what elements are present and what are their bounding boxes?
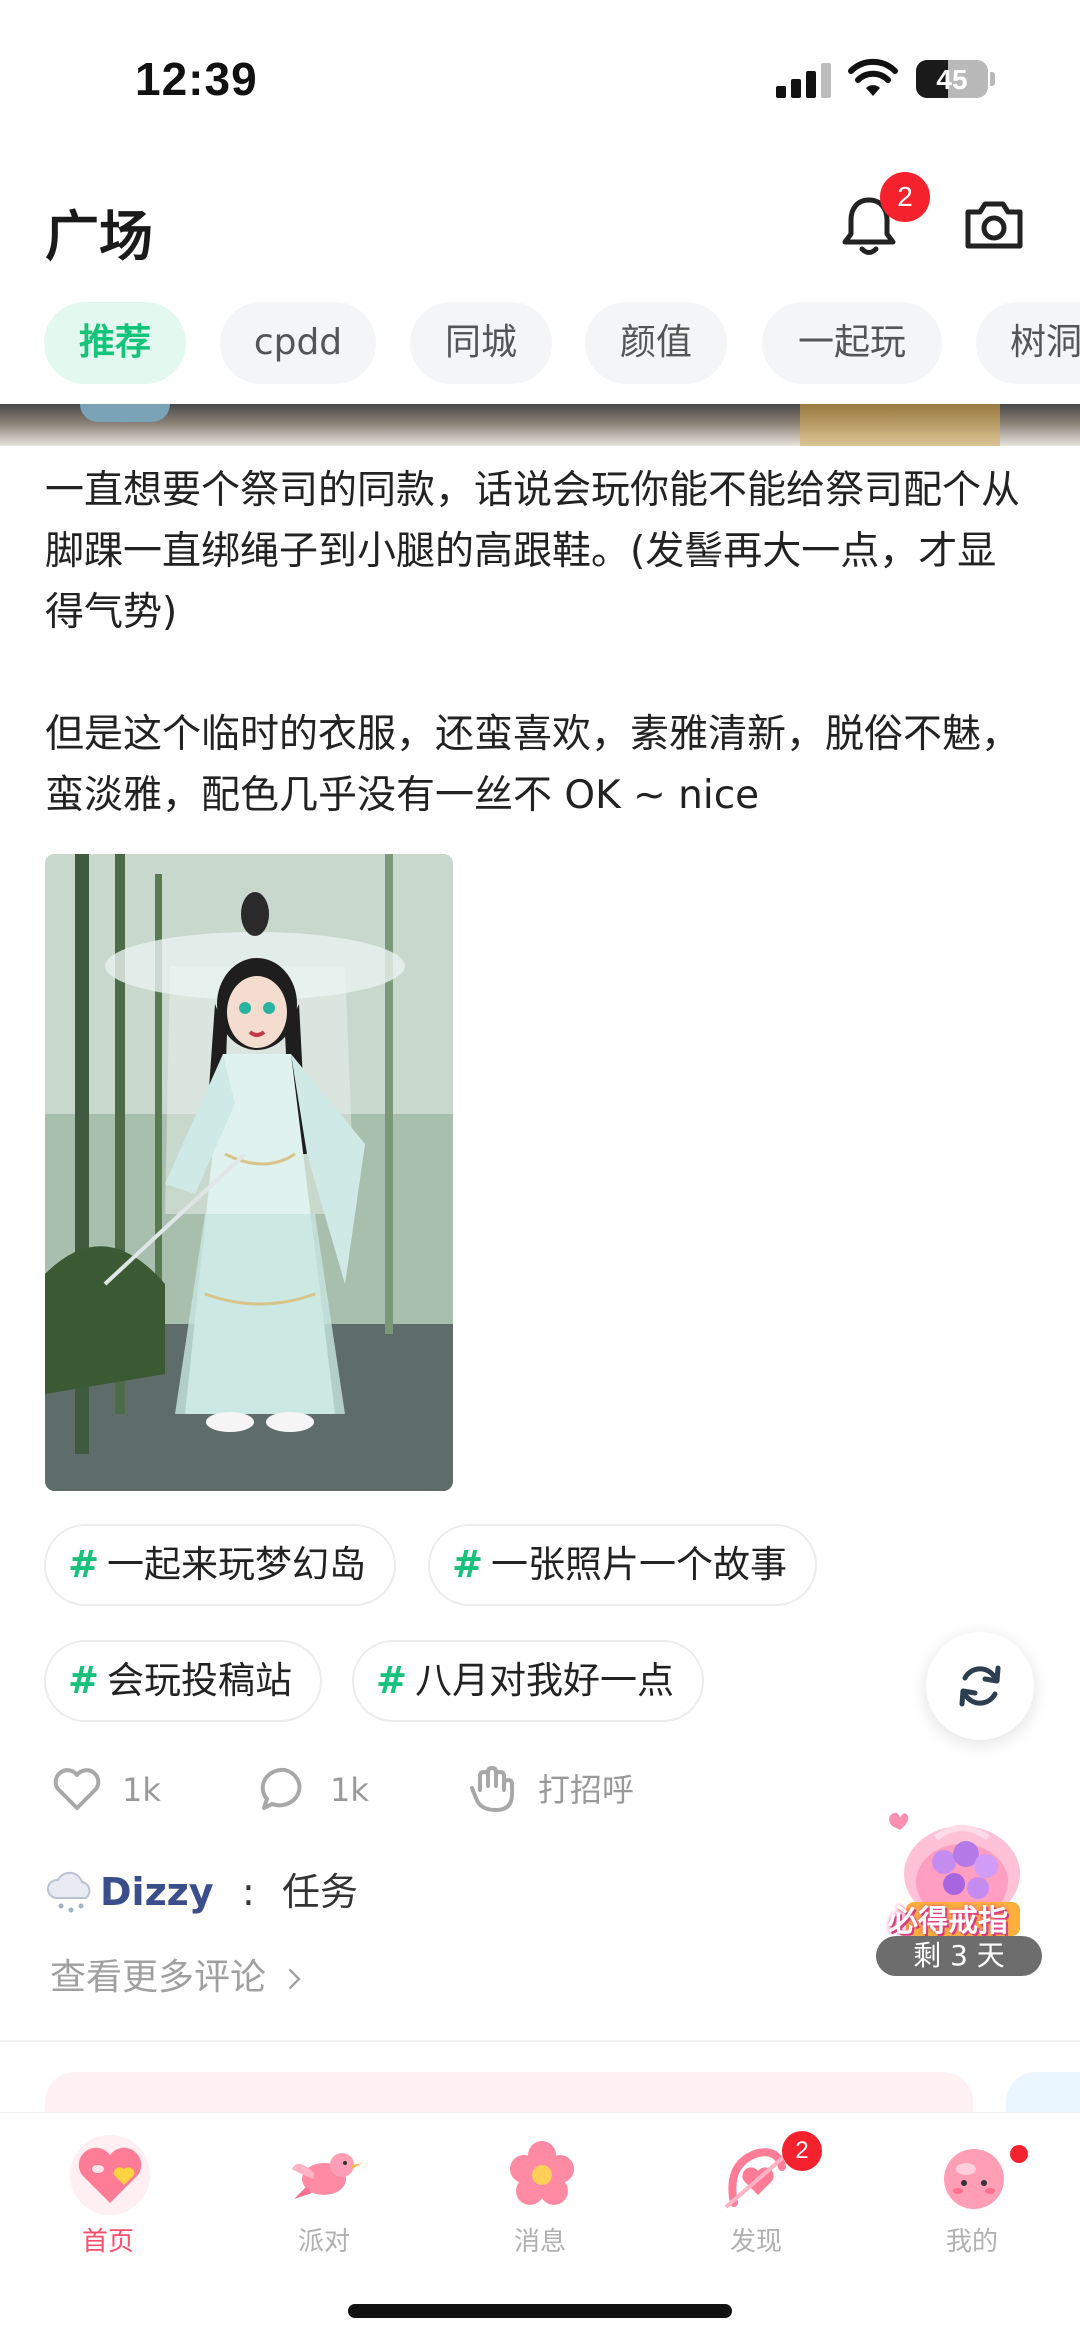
greet-label: 打招呼	[538, 1771, 635, 1809]
tab-cpdd[interactable]: cpdd	[220, 302, 376, 384]
post-body: 一直想要个祭司的同款，话说会玩你能不能给祭司配个从脚踝一直绑绳子到小腿的高跟鞋。…	[45, 460, 1035, 887]
status-time: 12:39	[135, 53, 258, 105]
battery-percent: 45	[936, 64, 968, 95]
snow-cloud-icon	[47, 1871, 91, 1913]
nav-label: 派对	[297, 2227, 350, 2257]
avatar-blob-icon	[944, 2149, 1004, 2209]
comment-text: 任务	[282, 1870, 359, 1914]
tab-looks[interactable]: 颜值	[585, 302, 727, 384]
nav-label: 消息	[513, 2227, 566, 2257]
nav-messages[interactable]: 消息	[470, 2133, 610, 2263]
heart-icon	[53, 1768, 101, 1810]
hash-icon: #	[68, 1659, 100, 1702]
nav-label: 发现	[729, 2227, 782, 2257]
greet-button[interactable]: 打招呼	[466, 1762, 646, 1818]
header: 广场 2	[0, 170, 1080, 280]
battery-icon: 45	[916, 60, 988, 98]
tab-tree-hole[interactable]: 树洞	[976, 302, 1080, 384]
heart-home-icon	[70, 2135, 150, 2215]
discover-badge: 2	[782, 2131, 822, 2171]
profile-dot	[1010, 2145, 1028, 2163]
like-count: 1k	[122, 1771, 161, 1809]
comment-separator: :	[242, 1870, 255, 1914]
post-paragraph: 但是这个临时的衣服，还蛮喜欢，素雅清新，脱俗不魅，蛮淡雅，配色几乎没有一丝不 O…	[45, 712, 1021, 818]
topic-tag[interactable]: # 会玩投稿站	[44, 1640, 323, 1722]
post-paragraph: 一直想要个祭司的同款，话说会玩你能不能给祭司配个从脚踝一直绑绳子到小腿的高跟鞋。…	[45, 468, 1021, 635]
post-image[interactable]	[45, 854, 453, 1491]
topic-tag[interactable]: # 一张照片一个故事	[428, 1524, 818, 1606]
home-indicator[interactable]	[348, 2304, 732, 2318]
previous-post-image-edge	[0, 404, 1080, 446]
nav-discover[interactable]: 2 发现	[686, 2131, 826, 2263]
nav-label: 首页	[81, 2227, 134, 2257]
topic-tag[interactable]: # 一起来玩梦幻岛	[44, 1524, 397, 1606]
comment-count: 1k	[330, 1771, 369, 1809]
wave-hand-icon	[470, 1766, 514, 1812]
hash-icon: #	[68, 1543, 100, 1586]
tab-same-city[interactable]: 同城	[410, 302, 552, 384]
notification-badge: 2	[880, 172, 930, 222]
topic-tag[interactable]: # 八月对我好一点	[352, 1640, 705, 1722]
character-illustration	[45, 854, 453, 1491]
flower-icon	[510, 2141, 574, 2205]
signal-icon	[776, 62, 832, 98]
nav-profile[interactable]: 我的	[902, 2133, 1042, 2263]
nav-label: 我的	[945, 2227, 998, 2257]
refresh-button[interactable]	[926, 1632, 1034, 1740]
more-comments-link[interactable]: 查看更多评论	[50, 1950, 303, 2006]
tab-recommend[interactable]: 推荐	[44, 302, 186, 384]
nav-home[interactable]: 首页	[38, 2133, 178, 2263]
page-title: 广场	[45, 205, 153, 268]
refresh-icon	[959, 1665, 1001, 1707]
promo-title: 必得戒指	[888, 1904, 1008, 1939]
bird-icon	[292, 2153, 362, 2199]
hash-icon: #	[452, 1543, 484, 1586]
divider	[0, 2040, 1080, 2042]
category-tabs: 推荐 cpdd 同城 颜值 一起玩 树洞	[0, 302, 1080, 386]
comment-icon	[260, 1767, 302, 1810]
wifi-icon	[848, 58, 898, 96]
chevron-right-icon	[289, 1969, 302, 1989]
comment-username[interactable]: Dizzy	[100, 1862, 214, 1922]
hash-icon: #	[376, 1659, 408, 1702]
like-button[interactable]: 1k	[50, 1762, 180, 1818]
nav-party[interactable]: 派对	[254, 2133, 394, 2263]
status-bar: 12:39 45	[0, 0, 1080, 150]
tab-play-together[interactable]: 一起玩	[762, 302, 942, 384]
promo-timer: 剩 3 天	[876, 1936, 1042, 1976]
camera-icon[interactable]	[962, 194, 1026, 254]
comment-button[interactable]: 1k	[258, 1762, 388, 1818]
